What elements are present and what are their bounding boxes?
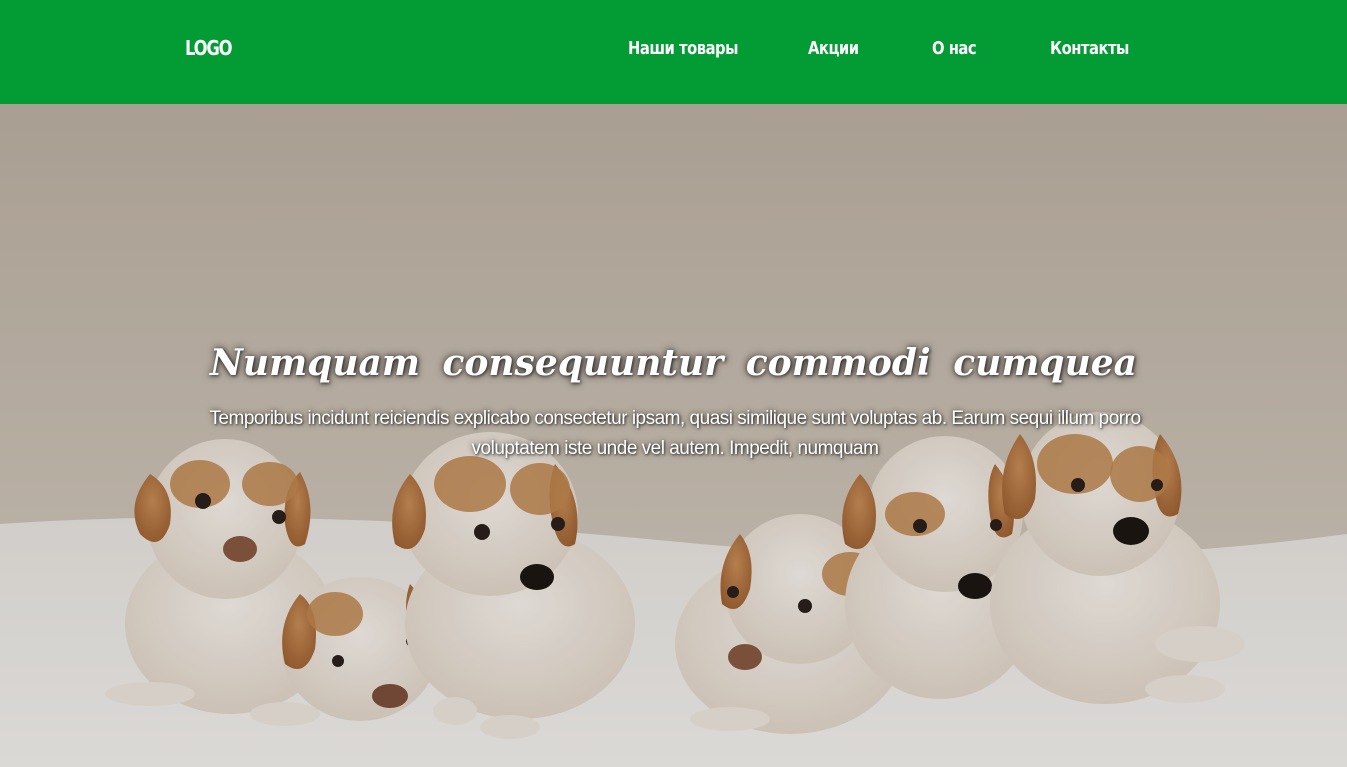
page: LOGO Наши товары Акции О нас Контакты Nu…: [0, 0, 1347, 767]
hero-section: Numquam consequuntur commodi cumquea Tem…: [0, 104, 1347, 767]
nav-item-contacts[interactable]: Контакты: [1050, 38, 1129, 59]
nav-item-products[interactable]: Наши товары: [628, 38, 738, 59]
site-header: LOGO Наши товары Акции О нас Контакты: [0, 0, 1347, 104]
main-nav: Наши товары Акции О нас Контакты: [0, 38, 1347, 66]
hero-description: Temporibus incidunt reiciendis explicabo…: [209, 408, 1141, 459]
hero-title: Numquam consequuntur commodi cumquea: [209, 342, 1137, 384]
nav-item-about[interactable]: О нас: [932, 38, 977, 59]
nav-item-promotions[interactable]: Акции: [808, 38, 859, 59]
